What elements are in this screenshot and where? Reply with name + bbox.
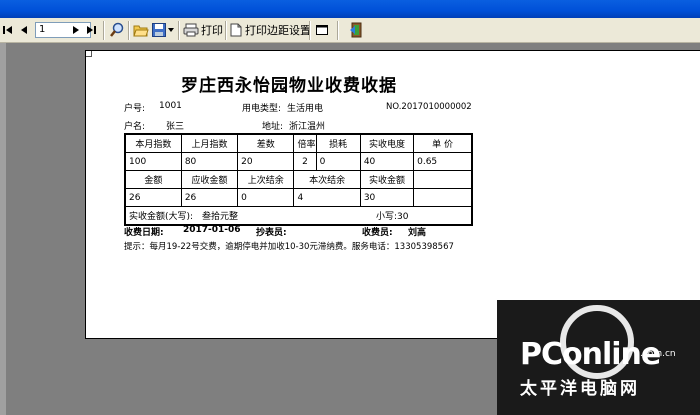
table-header-cell: 实收金额 <box>359 170 415 189</box>
next-page-icon[interactable] <box>72 21 80 39</box>
reader-label: 抄表员: <box>256 228 287 238</box>
collector-label: 收费员: <box>362 228 393 238</box>
table-header-cell: 差数 <box>237 133 295 153</box>
watermark-chinese: 太平洋电脑网 <box>520 379 640 399</box>
page-number-input[interactable]: 1 <box>35 22 91 38</box>
table-header-cell: 实收电度 <box>359 133 415 153</box>
table-row: 26 26 0 4 30 <box>124 188 473 207</box>
name-label: 户名: <box>124 122 146 132</box>
account-value: 1001 <box>159 101 182 111</box>
type-value: 生活用电 <box>287 104 324 114</box>
print-label: 打印 <box>201 24 223 37</box>
save-icon[interactable] <box>152 21 166 39</box>
dropdown-arrow-icon[interactable] <box>168 21 174 39</box>
toolbar-separator <box>225 21 227 40</box>
preview-toolbar: 1 打印 打印边距设置 <box>0 18 700 43</box>
table-header-cell: 金额 <box>124 170 182 189</box>
table-row: 100 80 20 2 0 40 0.65 <box>124 152 473 171</box>
table-header-cell: 上次结余 <box>237 170 295 189</box>
toolbar-separator <box>178 21 180 40</box>
print-margin-button[interactable]: 打印边距设置 <box>230 21 311 39</box>
table-cell: 20 <box>237 152 295 171</box>
page-corner-mark <box>86 51 92 57</box>
page-setup-icon <box>230 23 242 37</box>
table-cell: 2 <box>293 152 317 171</box>
print-button[interactable]: 打印 <box>183 21 223 39</box>
table-header-cell: 损耗 <box>315 133 361 153</box>
receipt-page: 罗庄西永怡园物业收费收据 户号: 1001 用电类型: 生活用电 NO.2017… <box>85 50 700 339</box>
left-ruler <box>0 43 6 415</box>
table-header-cell: 倍率 <box>293 133 317 153</box>
toolbar-separator <box>128 21 130 40</box>
table-header-cell: 本次结余 <box>293 170 361 189</box>
first-page-icon[interactable] <box>3 21 13 39</box>
print-margin-label: 打印边距设置 <box>245 24 311 37</box>
amount-row: 实收金额(大写): 叁拾元整 小写:30 <box>124 206 473 226</box>
toolbar-separator <box>309 21 311 40</box>
type-label: 用电类型: <box>242 104 282 114</box>
meter-table: 本月指数 上月指数 差数 倍率 损耗 实收电度 单 价 100 80 20 2 … <box>124 133 473 226</box>
collector-value: 刘高 <box>408 228 427 238</box>
table-row: 实收金额(大写): 叁拾元整 小写:30 <box>124 206 473 226</box>
table-cell: 4 <box>293 188 361 207</box>
toolbar-separator <box>337 21 339 40</box>
name-value: 张三 <box>166 122 185 132</box>
table-cell: 0.65 <box>413 152 473 171</box>
table-cell: 0 <box>237 188 295 207</box>
table-cell <box>413 188 473 207</box>
table-cell: 40 <box>359 152 415 171</box>
account-label: 户号: <box>124 104 146 114</box>
table-header-cell <box>413 170 473 189</box>
table-cell: 26 <box>124 188 182 207</box>
toolbar-separator <box>103 21 105 40</box>
date-label: 收费日期: <box>124 228 164 238</box>
payment-notice: 提示：每月19-22号交费，逾期停电并加收10-30元滞纳费。服务电话：1330… <box>124 242 454 252</box>
table-header-cell: 应收金额 <box>180 170 239 189</box>
exit-icon[interactable] <box>349 21 365 39</box>
table-row: 金额 应收金额 上次结余 本次结余 实收金额 <box>124 170 473 189</box>
printer-icon <box>183 23 199 37</box>
table-header-cell: 上月指数 <box>180 133 239 153</box>
open-folder-icon[interactable] <box>133 21 149 39</box>
table-cell: 0 <box>315 152 361 171</box>
amount-upper-value: 叁拾元整 <box>201 212 238 222</box>
window-title-bar <box>0 0 700 18</box>
table-cell: 30 <box>359 188 415 207</box>
table-cell: 80 <box>180 152 239 171</box>
watermark-domain: .com.cn <box>640 349 676 359</box>
date-value: 2017-01-06 <box>183 225 241 235</box>
address-value: 浙江温州 <box>289 122 326 132</box>
amount-lower: 小写:30 <box>376 212 409 222</box>
receipt-title: 罗庄西永怡园物业收费收据 <box>181 76 397 96</box>
address-label: 地址: <box>262 122 284 132</box>
table-row: 本月指数 上月指数 差数 倍率 损耗 实收电度 单 价 <box>124 133 473 153</box>
last-page-icon[interactable] <box>86 21 96 39</box>
table-header-cell: 单 价 <box>413 133 473 153</box>
amount-upper-label: 实收金额(大写): <box>129 212 194 222</box>
table-cell: 100 <box>124 152 182 171</box>
window-icon[interactable] <box>316 21 328 39</box>
table-header-cell: 本月指数 <box>124 133 182 153</box>
zoom-icon[interactable] <box>109 21 125 39</box>
prev-page-icon[interactable] <box>20 21 28 39</box>
receipt-number: NO.2017010000002 <box>386 102 472 112</box>
table-cell: 26 <box>180 188 239 207</box>
